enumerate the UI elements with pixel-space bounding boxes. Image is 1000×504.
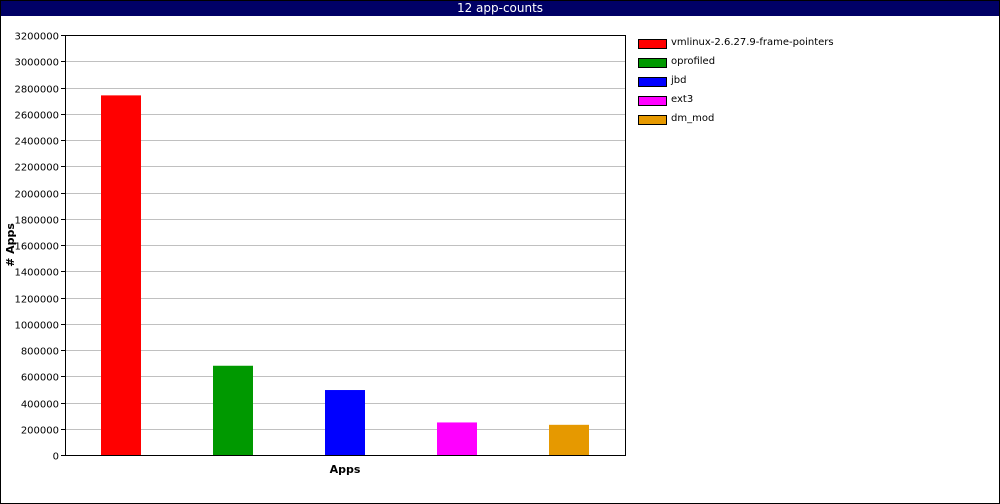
legend-swatch [638, 77, 667, 87]
legend-swatch [638, 39, 667, 49]
y-tick-label: 1600000 [14, 242, 59, 253]
legend-swatch [638, 115, 667, 125]
legend-label: ext3 [671, 94, 694, 105]
bars [101, 95, 589, 455]
y-tick-label: 1800000 [14, 216, 59, 227]
legend-label: jbd [671, 75, 687, 86]
y-tick-label: 1400000 [14, 268, 59, 279]
y-tick-label: 1000000 [14, 321, 59, 332]
bar-oprofiled [213, 365, 253, 455]
legend-swatch [638, 58, 667, 68]
legend-swatch [638, 96, 667, 106]
y-tick-label: 2000000 [14, 190, 59, 201]
y-tick-label: 2800000 [14, 85, 59, 96]
y-tick-label: 2400000 [14, 137, 59, 148]
x-axis-label: Apps [330, 463, 361, 476]
grid-lines [65, 61, 625, 430]
legend-label: dm_mod [671, 113, 715, 124]
y-tick-label: 3000000 [14, 58, 59, 69]
y-tick-label: 1200000 [14, 295, 59, 306]
y-tick-label: 600000 [21, 373, 59, 384]
bar-jbd [325, 390, 365, 455]
y-tick-label: 200000 [21, 426, 59, 437]
y-axis-label: # Apps [4, 223, 17, 267]
bar-vmlinux-2.6.27.9-frame-pointers [101, 95, 141, 455]
y-tick-label: 400000 [21, 400, 59, 411]
y-tick-label: 0 [53, 452, 59, 463]
y-tick-label: 800000 [21, 347, 59, 358]
legend-label: vmlinux-2.6.27.9-frame-pointers [671, 37, 834, 48]
y-tick-label: 2200000 [14, 163, 59, 174]
legend-label: oprofiled [671, 56, 716, 67]
bar-chart: 0 200000 400000 600000 800000 1000000 1200000 1… [4, 32, 626, 476]
y-axis-ticks: 0 200000 400000 600000 800000 1000000 1200000 1… [14, 32, 65, 463]
bar-dm_mod [549, 424, 589, 455]
bar-ext3 [437, 422, 477, 455]
y-tick-label: 3200000 [14, 32, 59, 43]
y-tick-label: 2600000 [14, 111, 59, 122]
